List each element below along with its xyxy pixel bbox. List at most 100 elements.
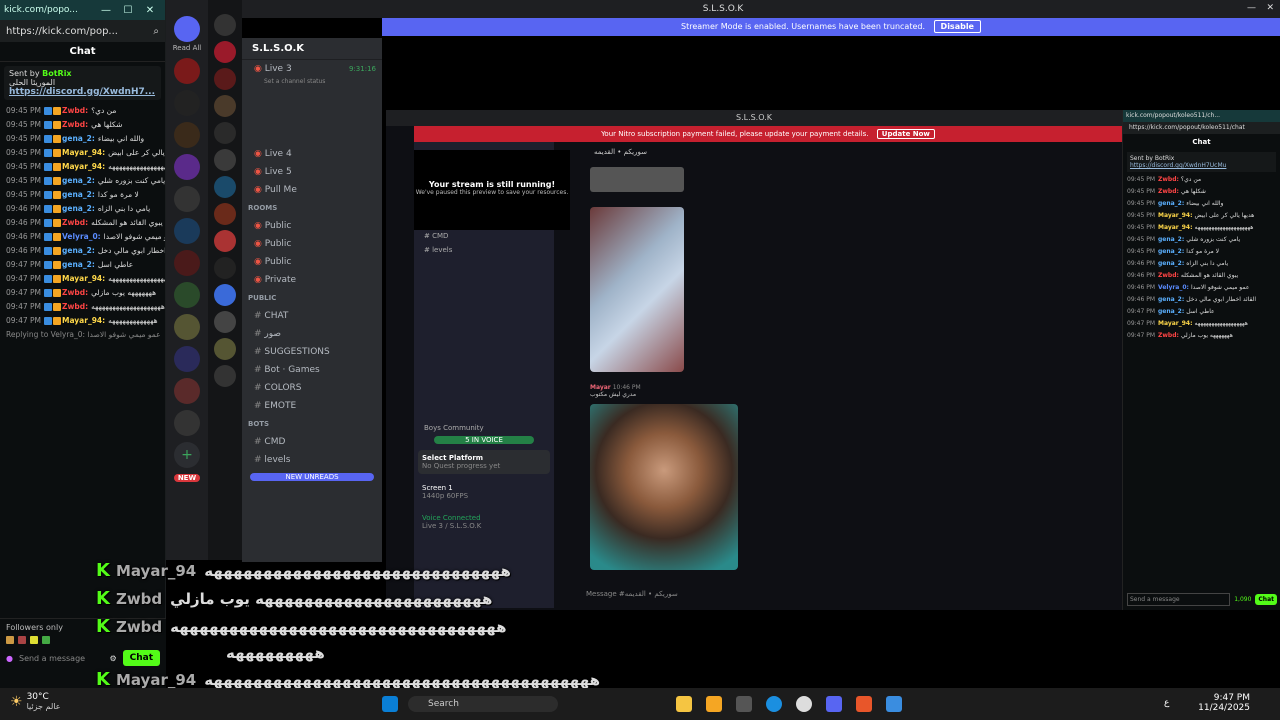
message-user[interactable]: Zwbd:	[62, 218, 88, 227]
kick2-url[interactable]: https://kick.com/popout/koleo511/chat	[1123, 122, 1280, 134]
text-channel[interactable]: # CMD	[242, 433, 382, 451]
kick2-chat-button[interactable]: Chat	[1255, 594, 1277, 605]
voice-channel[interactable]: ◉ Public	[242, 235, 382, 253]
update-now-button[interactable]: Update Now	[876, 129, 935, 139]
pinned-link[interactable]: https://discord.gg/XwdnH7...	[9, 87, 156, 97]
server-icon[interactable]	[174, 250, 200, 276]
chat-image[interactable]	[590, 404, 738, 570]
message-user[interactable]: gena_2:	[1158, 248, 1184, 255]
message-user[interactable]: gena_2:	[1158, 236, 1184, 243]
message-user[interactable]: gena_2:	[1158, 308, 1184, 315]
server-icon[interactable]	[214, 203, 236, 225]
server-icon[interactable]	[174, 218, 200, 244]
chat-image[interactable]	[590, 207, 684, 372]
server-name[interactable]: S.L.S.O.K	[242, 38, 382, 60]
message-user[interactable]: Zwbd:	[1158, 188, 1179, 195]
discord-home-icon[interactable]	[174, 16, 200, 42]
server-icon[interactable]	[174, 314, 200, 340]
message-user[interactable]: Zwbd:	[1158, 332, 1179, 339]
new-badge[interactable]: NEW	[174, 474, 200, 482]
emote-icon[interactable]	[18, 636, 26, 644]
message-user[interactable]: gena_2:	[62, 190, 95, 199]
message-user[interactable]: Mayar_94:	[62, 148, 105, 157]
message-user[interactable]: gena_2:	[62, 260, 95, 269]
disable-button[interactable]: Disable	[933, 20, 981, 33]
server-icon[interactable]	[214, 338, 236, 360]
server-icon[interactable]	[214, 284, 236, 306]
shared-channel[interactable]: # CMD	[414, 232, 554, 240]
message-user[interactable]: Mayar_94:	[1158, 320, 1193, 327]
text-channel[interactable]: # EMOTE	[242, 397, 382, 415]
server-icon[interactable]	[174, 410, 200, 436]
emote-icon[interactable]	[42, 636, 50, 644]
text-channel[interactable]: # CHAT	[242, 307, 382, 325]
message-user[interactable]: Velyra_0:	[1158, 284, 1189, 291]
server-icon[interactable]	[174, 186, 200, 212]
server-icon[interactable]	[214, 14, 236, 36]
message-user[interactable]: Mayar_94:	[1158, 224, 1193, 231]
channel-category[interactable]: BOTS	[242, 415, 382, 433]
text-channel[interactable]: # Bot · Games	[242, 361, 382, 379]
server-icon[interactable]	[174, 378, 200, 404]
message-user[interactable]: gena_2:	[1158, 296, 1184, 303]
voice-channel[interactable]: ◉ Pull Me	[242, 181, 382, 199]
text-channel[interactable]: # levels	[242, 451, 382, 469]
message-user[interactable]: gena_2:	[62, 246, 95, 255]
kick-address-bar[interactable]: https://kick.com/pop... ⌕	[0, 20, 165, 42]
voice-channel[interactable]: ◉ Live 3 9:31:16	[242, 60, 382, 78]
new-unreads-pill[interactable]: NEW UNREADS	[250, 473, 374, 481]
chat-image[interactable]	[590, 167, 684, 192]
server-icon[interactable]	[214, 41, 236, 63]
message-user[interactable]: Zwbd:	[62, 106, 88, 115]
emote-icon[interactable]	[6, 636, 14, 644]
voice-channel[interactable]: ◉ Live 5	[242, 163, 382, 181]
message-user[interactable]: Mayar_94:	[62, 274, 105, 283]
message-user[interactable]: Velyra_0:	[62, 232, 101, 241]
maximize-icon[interactable]: ☐	[117, 5, 139, 16]
screen-share-item[interactable]: Screen 1 1440p 60FPS	[418, 480, 550, 504]
server-icon[interactable]	[214, 95, 236, 117]
weather-widget[interactable]: ☀ 30°C عالم جزئيا	[10, 692, 61, 711]
search-icon[interactable]: ⌕	[153, 26, 159, 37]
minimize-icon[interactable]: —	[95, 5, 117, 16]
windows-start-icon[interactable]	[382, 696, 398, 712]
app-icon[interactable]	[736, 696, 752, 712]
message-user[interactable]: Zwbd:	[1158, 272, 1179, 279]
voice-channel[interactable]: ◉ Private	[242, 271, 382, 289]
notepad-icon[interactable]	[886, 696, 902, 712]
close-icon[interactable]: ✕	[139, 5, 161, 16]
discord-icon[interactable]	[826, 696, 842, 712]
server-icon[interactable]	[214, 68, 236, 90]
server-icon[interactable]	[174, 122, 200, 148]
text-channel[interactable]: # صور	[242, 325, 382, 343]
message-user[interactable]: Zwbd:	[62, 120, 88, 129]
message-user[interactable]: Mayar_94:	[1158, 212, 1193, 219]
server-icon[interactable]	[174, 154, 200, 180]
server-icon[interactable]	[214, 176, 236, 198]
chrome-icon[interactable]	[796, 696, 812, 712]
in-voice-pill[interactable]: 5 IN VOICE	[434, 436, 534, 444]
server-icon[interactable]	[174, 90, 200, 116]
voice-channel[interactable]: ◉ Live 4	[242, 145, 382, 163]
server-icon[interactable]	[214, 365, 236, 387]
mic-icon[interactable]: ●	[6, 654, 13, 663]
server-icon[interactable]	[214, 311, 236, 333]
message-user[interactable]: Zwbd:	[62, 288, 88, 297]
channel-category[interactable]: PUBLIC	[242, 289, 382, 307]
channel-status[interactable]: Set a channel status	[242, 78, 382, 85]
input-language[interactable]: ع	[1164, 698, 1169, 708]
voice-channel[interactable]: ◉ Public	[242, 217, 382, 235]
text-channel[interactable]: # COLORS	[242, 379, 382, 397]
server-icon[interactable]	[174, 346, 200, 372]
taskbar-search[interactable]: Search	[408, 696, 558, 712]
voice-channel[interactable]: ◉ Public	[242, 253, 382, 271]
message-user[interactable]: gena_2:	[1158, 200, 1184, 207]
message-user[interactable]: gena_2:	[1158, 260, 1184, 267]
server-icon[interactable]	[174, 282, 200, 308]
edge-icon[interactable]	[766, 696, 782, 712]
channel-category[interactable]: ROOMS	[242, 199, 382, 217]
clock[interactable]: 9:47 PM 11/24/2025	[1198, 693, 1250, 713]
app-icon[interactable]	[706, 696, 722, 712]
app-icon[interactable]	[856, 696, 872, 712]
minimize-icon[interactable]: —	[1247, 3, 1256, 13]
